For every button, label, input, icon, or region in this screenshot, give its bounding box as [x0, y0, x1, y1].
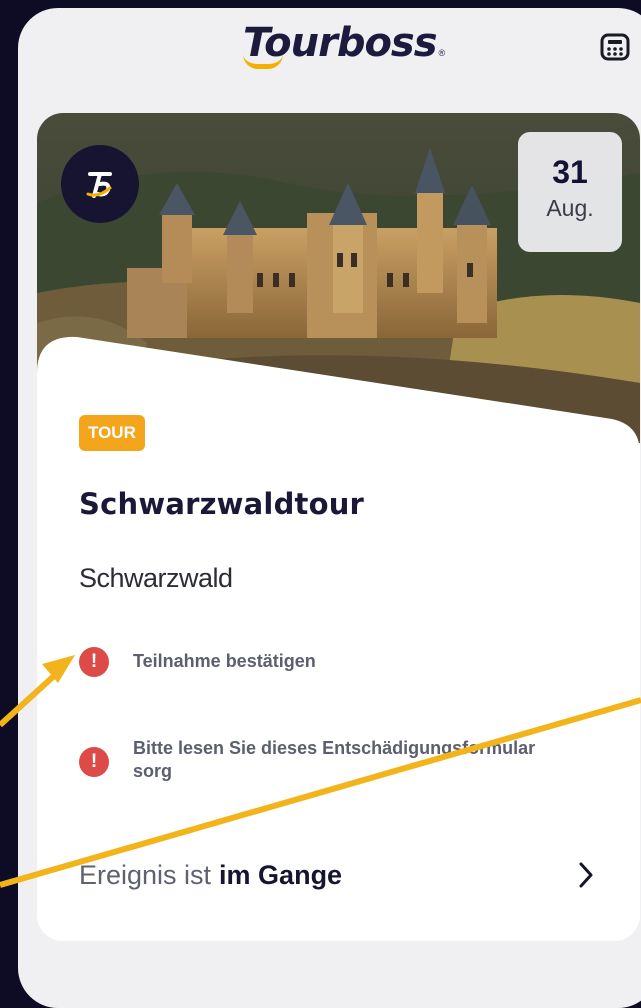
calendar-icon	[600, 33, 630, 61]
tourboss-logo: Tourboss ®	[243, 20, 446, 69]
chevron-right-icon	[579, 862, 593, 888]
notice-text: Bitte lesen Sie dieses Entschädigungsfor…	[133, 738, 536, 781]
notice-text: Teilnahme bestätigen	[133, 651, 316, 671]
event-location: Schwarzwald	[79, 563, 233, 593]
event-card[interactable]: 31 Aug. TOUR Schwarzwaldtour Schwarzwald…	[37, 113, 640, 941]
alert-icon: !	[79, 647, 109, 677]
status-value: im Gange	[219, 859, 343, 890]
alert-icon: !	[79, 747, 109, 777]
notice-compensation-form[interactable]: ! Bitte lesen Sie dieses Entschädigungsf…	[79, 737, 563, 783]
event-title: Schwarzwaldtour	[79, 487, 365, 521]
logo-swoosh	[243, 54, 283, 69]
notice-confirm-participation[interactable]: ! Teilnahme bestätigen	[79, 645, 563, 677]
event-type-tag: TOUR	[79, 415, 145, 451]
event-details: TOUR Schwarzwaldtour Schwarzwald ! Teiln…	[37, 113, 640, 941]
calendar-button[interactable]	[600, 33, 630, 61]
event-status-row[interactable]: Ereignis ist im Gange	[79, 848, 594, 902]
status-prefix: Ereignis ist	[79, 859, 212, 890]
registered-mark: ®	[438, 48, 446, 58]
